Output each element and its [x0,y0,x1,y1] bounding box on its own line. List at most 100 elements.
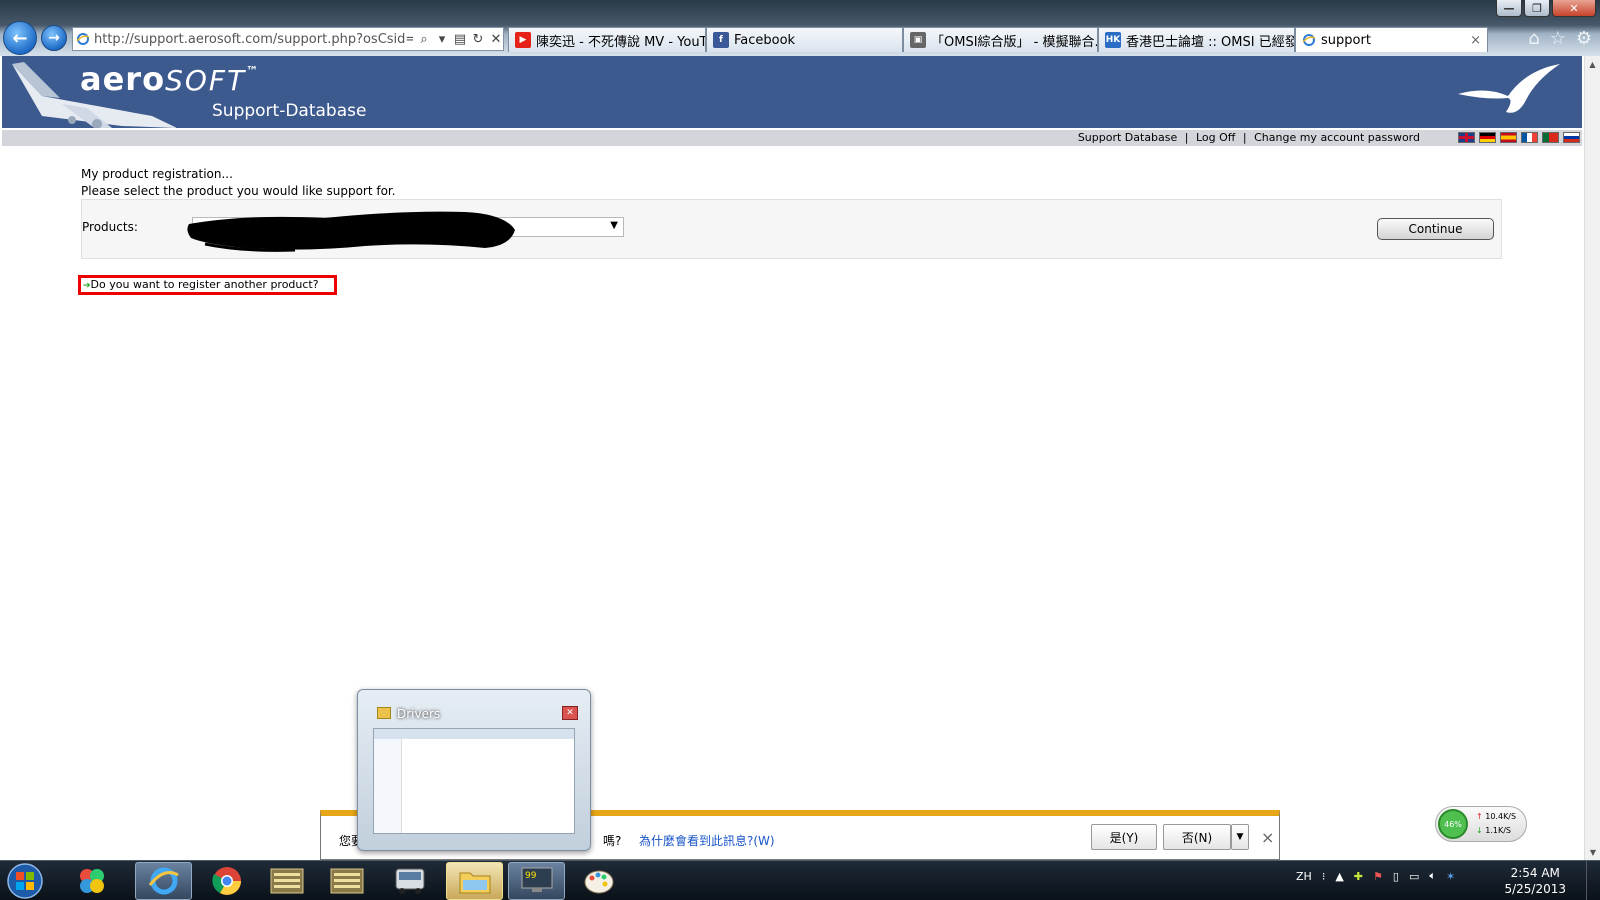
download-speed: ↓ 1.1K/S [1476,826,1511,835]
volume-icon[interactable]: 🔈︎ [1429,869,1436,883]
pinned-app-button[interactable] [63,862,120,900]
explorer-folder-icon [459,872,490,894]
taskbar-monitor-app-button[interactable]: 99 [508,862,565,900]
no-dropdown-button[interactable]: ▼ [1231,824,1249,850]
hkbf-icon: HK [1105,32,1121,48]
download-arrow-icon: ↓ [1476,826,1483,835]
register-link-text: Do you want to register another product? [90,278,319,291]
back-button[interactable]: ← [3,21,37,55]
green-plus-icon[interactable]: ✚ [1354,870,1363,883]
flag-uk-icon[interactable] [1458,132,1475,143]
input-language-indicator[interactable]: ZH [1296,870,1312,883]
clock-date: 5/25/2013 [1504,882,1566,896]
favorites-icon[interactable]: ☆ [1550,28,1566,49]
chevron-down-icon: ▼ [1236,832,1244,842]
action-center-flag-icon[interactable]: ⚑ [1373,870,1383,883]
tab-strip: ▶ 陳奕迅 - 不死傳說 MV - YouT... f Facebook ▣ 「… [508,27,1488,52]
ie-page-icon [1302,34,1316,46]
dropdown-icon[interactable]: ▾ [435,32,449,47]
home-icon[interactable]: ⌂ [1528,28,1539,49]
yes-button[interactable]: 是(Y) [1091,824,1157,850]
upload-arrow-icon: ↑ [1476,812,1483,821]
log-off-link[interactable]: Log Off [1196,131,1235,144]
link-separator: | [1242,131,1247,144]
arrow-left-icon: ← [12,27,28,49]
products-label: Products: [82,220,138,234]
ime-options-icon[interactable]: ⁝ [1322,870,1326,883]
taskbar: 99 ZH ⁝ ▲ ✚ ⚑ ▯ ▭ 🔈︎ ✶ 2:54 AM 5/25/2013 [0,860,1600,900]
taskbar-bus-sim-button[interactable] [381,862,438,900]
taskbar-app-button-2[interactable] [318,862,375,900]
flag-pt-icon[interactable] [1542,132,1559,143]
thumbnail-close-icon[interactable]: ✕ [562,706,578,720]
taskbar-paint-button[interactable] [570,862,627,900]
thumbnail-title: Drivers [397,707,441,721]
restore-button[interactable]: ❐ [1524,0,1550,17]
taskbar-app-button-1[interactable] [258,862,315,900]
thumbnail-sidebar [374,739,402,833]
tab-omsi-forum[interactable]: ▣ 「OMSI綜合版」 - 模擬聯合... [903,27,1098,52]
facebook-icon: f [713,32,729,48]
tab-youtube[interactable]: ▶ 陳奕迅 - 不死傳說 MV - YouT... [508,27,706,52]
chrome-icon [211,867,241,895]
top-links: Support Database | Log Off | Change my a… [1076,131,1422,144]
taskbar-explorer-button[interactable] [446,862,503,900]
svg-text:99: 99 [525,871,537,881]
network-icon[interactable]: ▭ [1409,870,1419,883]
settings-icon[interactable]: ⚙ [1576,28,1592,49]
tab-close-icon[interactable]: × [1462,33,1481,48]
arrow-bullet-icon: ➔ [83,281,91,291]
device-icon[interactable]: ▯ [1393,870,1399,883]
address-bar[interactable]: ⌕ ▾ ▤ ↻ ✕ [72,27,504,51]
tab-support[interactable]: support × [1295,27,1488,52]
scroll-up-icon[interactable]: ▲ [1585,56,1600,72]
flag-es-icon[interactable] [1500,132,1517,143]
tab-hkbf[interactable]: HK 香港巴士論壇 :: OMSI 已經發... [1098,27,1295,52]
start-button[interactable] [3,862,47,900]
compatibility-icon[interactable]: ▤ [453,32,467,47]
upload-speed: ↑ 10.4K/S [1476,812,1516,821]
show-desktop-button[interactable] [1586,861,1600,900]
page-scrollbar[interactable]: ▲ ▼ [1584,56,1600,860]
minimize-button[interactable]: — [1496,0,1522,17]
thumbnail-window-image [373,728,575,834]
refresh-icon[interactable]: ↻ [471,32,485,47]
dropbox-icon[interactable]: ✶ [1446,870,1455,883]
logo-text-aero: aero [80,60,166,98]
app-grid-icon-1 [270,868,303,894]
search-icon[interactable]: ⌕ [417,32,431,47]
arrow-right-icon: → [48,30,60,46]
site-header: aeroSOFT™ Support-Database Support Datab… [2,56,1582,146]
stop-icon[interactable]: ✕ [489,32,503,47]
upload-speed-value: 10.4K/S [1485,812,1517,821]
thumbnail-toolbar [374,729,574,739]
window-thumbnail-preview[interactable]: Drivers ✕ [357,689,591,851]
taskbar-ie-button[interactable] [135,862,192,900]
browser-chrome: — ❐ ✕ ← → ⌕ ▾ ▤ ↻ ✕ ▶ 陳奕迅 - 不死傳說 MV - Yo… [0,0,1600,56]
change-password-link[interactable]: Change my account password [1254,131,1420,144]
show-hidden-icons-icon[interactable]: ▲ [1335,870,1343,883]
browser-tools: ⌂ ☆ ⚙ [1528,28,1592,49]
taskbar-chrome-button[interactable] [198,862,255,900]
close-window-button[interactable]: ✕ [1552,0,1596,17]
forward-button[interactable]: → [41,25,67,51]
scroll-down-icon[interactable]: ▼ [1585,844,1600,860]
register-another-product-link[interactable]: ➔Do you want to register another product… [78,275,337,295]
flag-fr-icon[interactable] [1521,132,1538,143]
aerosoft-logo[interactable]: aeroSOFT™ [80,60,259,98]
no-button[interactable]: 否(N) [1163,824,1231,850]
notification-close-icon[interactable]: × [1261,828,1274,847]
bus-sim-icon [395,868,424,894]
continue-button[interactable]: Continue [1377,218,1494,240]
flag-ru-icon[interactable] [1563,132,1580,143]
support-database-link[interactable]: Support Database [1078,131,1177,144]
url-input[interactable] [94,31,413,47]
forum-icon: ▣ [910,32,926,48]
tab-facebook[interactable]: f Facebook [706,27,903,52]
flag-de-icon[interactable] [1479,132,1496,143]
main-content: My product registration... Please select… [81,166,1501,200]
system-tray: ZH ⁝ ▲ ✚ ⚑ ▯ ▭ 🔈︎ ✶ [1296,869,1455,883]
why-this-message-link[interactable]: 為什麼會看到此訊息?(W) [639,832,775,849]
language-flags [1458,132,1580,143]
taskbar-clock[interactable]: 2:54 AM 5/25/2013 [1504,865,1566,897]
